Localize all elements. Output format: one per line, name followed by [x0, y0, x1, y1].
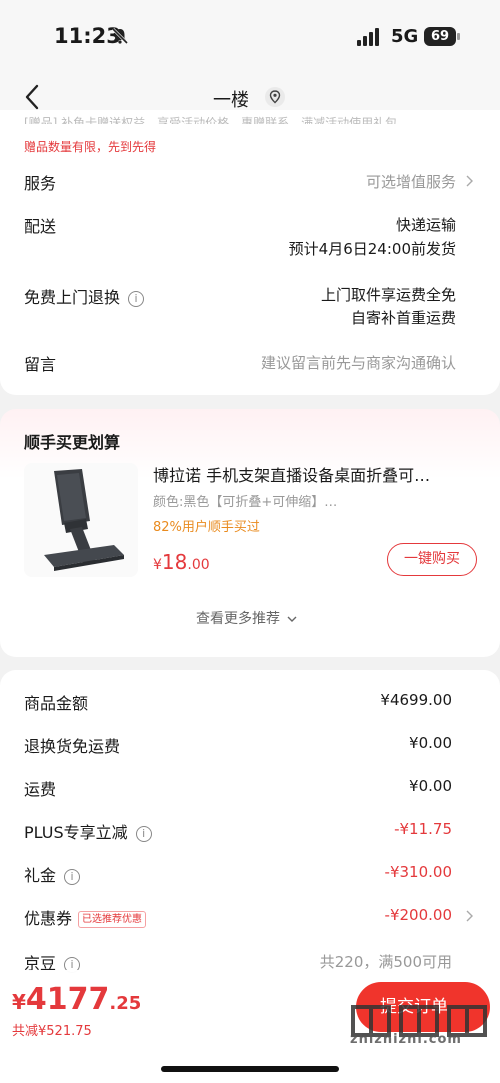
return-shipping-label: 退换货免运费 — [24, 737, 121, 756]
signal-icon — [357, 28, 379, 46]
free-return-row: 免费上门退换 i — [24, 284, 145, 308]
info-icon[interactable]: i — [135, 825, 152, 842]
order-info-card: [赠品] 补鱼卡赠送权益，享受活动价格，惠赠联系，满减活动使用礼包 赠品数量有限… — [0, 110, 500, 395]
chevron-right-icon[interactable] — [465, 909, 474, 923]
total-saving: 共减¥521.75 — [12, 1024, 92, 1039]
gift-cash-value: -¥310.00 — [384, 863, 452, 881]
watermark-text: zhizhizhi.com — [350, 1032, 462, 1047]
status-bar: 11:23 5G 69 — [0, 0, 500, 72]
gift-cash-row: 礼金 i — [24, 862, 81, 886]
product-spec: 颜色:黑色【可折叠+可伸缩】… — [153, 495, 338, 510]
coupon-value[interactable]: -¥200.00 — [385, 906, 452, 924]
battery-indicator: 69 — [424, 27, 460, 46]
coupon-label: 优惠券 — [24, 909, 73, 928]
coupon-row[interactable]: 优惠券 已选推荐优惠 — [24, 905, 147, 929]
location-icon[interactable] — [264, 86, 286, 108]
chevron-right-icon[interactable] — [465, 174, 474, 188]
coupon-badge: 已选推荐优惠 — [78, 911, 147, 928]
info-icon[interactable]: i — [64, 868, 81, 885]
message-label: 留言 — [24, 355, 57, 374]
one-click-buy-button[interactable]: 一键购买 — [387, 543, 477, 576]
info-icon[interactable]: i — [128, 290, 145, 307]
bottom-bar: ¥4177.25 共减¥521.75 提交订单 zhizhizhi.com — [0, 970, 500, 1083]
addon-card: 顺手买更划算 博拉诺 手机支架直播设备桌面折叠可… 颜色:黑色【可折叠+可伸缩】… — [0, 409, 500, 657]
subtotal-label: 商品金额 — [24, 694, 89, 713]
gift-note: 赠品数量有限，先到先得 — [24, 140, 157, 154]
more-recommendations-link[interactable]: 查看更多推荐 — [196, 608, 298, 628]
chevron-down-icon — [287, 616, 297, 622]
product-price: ¥18.00 — [153, 550, 210, 574]
page-title: 一楼 — [213, 90, 249, 111]
free-return-value: 上门取件享运费全免 — [320, 286, 456, 304]
delivery-method[interactable]: 快递运输 — [396, 214, 456, 235]
message-input[interactable]: 建议留言前先与商家沟通确认 — [261, 352, 456, 373]
jingdou-value: 共220，满500可用 — [319, 953, 452, 971]
back-icon[interactable] — [22, 84, 44, 110]
product-image[interactable] — [24, 463, 138, 577]
gift-cash-label: 礼金 — [24, 866, 57, 885]
plus-discount-row: PLUS专享立减 i — [24, 819, 152, 843]
return-shipping-value: ¥0.00 — [409, 734, 452, 752]
shipping-label: 运费 — [24, 780, 57, 799]
service-label: 服务 — [24, 174, 57, 193]
shipping-value: ¥0.00 — [409, 777, 452, 795]
plus-discount-label: PLUS专享立减 — [24, 823, 128, 842]
service-value[interactable]: 可选增值服务 — [366, 171, 456, 192]
home-indicator — [161, 1066, 339, 1072]
product-rate: 82%用户顺手买过 — [153, 520, 260, 535]
delivery-estimate: 预计4月6日24:00前发货 — [288, 240, 456, 258]
free-return-note: 自寄补首重运费 — [350, 309, 456, 327]
free-return-label: 免费上门退换 — [24, 288, 121, 307]
addon-title: 顺手买更划算 — [24, 433, 121, 452]
delivery-label: 配送 — [24, 217, 57, 236]
plus-discount-value: -¥11.75 — [394, 820, 452, 838]
gift-note-cut: [赠品] 补鱼卡赠送权益，享受活动价格，惠赠联系，满减活动使用礼包 — [24, 116, 398, 124]
network-label: 5G — [391, 26, 419, 47]
product-name[interactable]: 博拉诺 手机支架直播设备桌面折叠可… — [153, 462, 471, 486]
subtotal-value: ¥4699.00 — [380, 691, 452, 709]
bell-slash-icon — [111, 27, 129, 45]
total-price: ¥4177.25 — [12, 982, 142, 1017]
